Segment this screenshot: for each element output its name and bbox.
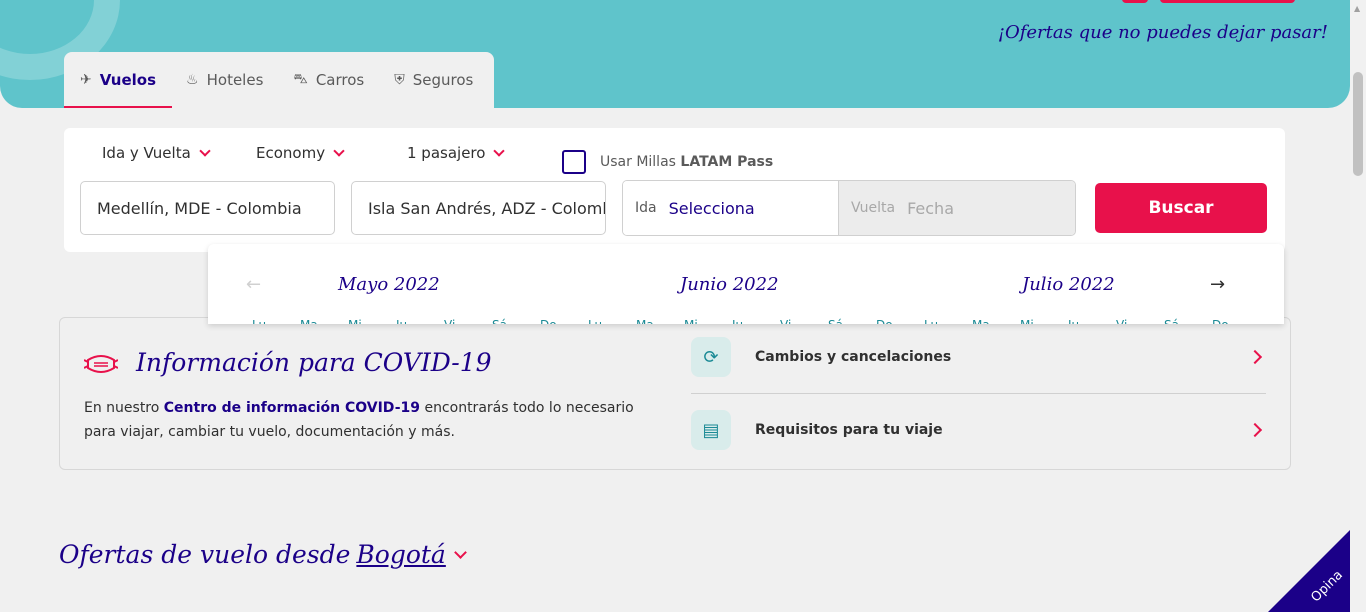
plane-icon: ✈ xyxy=(80,72,92,88)
next-month-arrow-icon[interactable]: → xyxy=(1210,274,1225,295)
origin-input[interactable]: Medellín, MDE - Colombia xyxy=(80,181,335,235)
origin-city-select[interactable]: Bogotá xyxy=(356,540,445,569)
car-icon: ⛍ xyxy=(293,71,308,87)
miles-text: Usar Millas xyxy=(600,154,676,170)
weekday-label: Vi xyxy=(780,318,828,324)
offers-heading: Ofertas de vuelo desde Bogotá xyxy=(59,540,467,569)
cabin-value: Economy xyxy=(256,144,326,162)
chevron-down-icon xyxy=(333,144,345,157)
weekday-label: Mi xyxy=(684,318,732,324)
weekday-label: Vi xyxy=(1116,318,1164,324)
weekday-label: Do xyxy=(540,318,588,324)
weekday-label: Mi xyxy=(348,318,396,324)
covid-title: Información para COVID-19 xyxy=(136,348,492,377)
weekday-label: Sá xyxy=(1164,318,1212,324)
face-mask-icon xyxy=(84,355,118,373)
tab-vuelos[interactable]: ✈ Vuelos xyxy=(63,52,173,108)
hotel-icon: ♨ xyxy=(186,72,199,88)
weekday-label: Vi xyxy=(444,318,492,324)
month-title: Mayo 2022 xyxy=(338,274,440,295)
month-title: Julio 2022 xyxy=(1022,274,1115,295)
tab-seguros[interactable]: ⛨ Seguros xyxy=(394,52,473,108)
miles-checkbox[interactable] xyxy=(562,150,586,174)
changes-label: Cambios y cancelaciones xyxy=(755,349,952,365)
tab-carros[interactable]: ⛍ Carros xyxy=(293,52,364,108)
scroll-up-arrow-icon[interactable]: ▲ xyxy=(1354,4,1360,13)
covid-text-before: En nuestro xyxy=(84,400,164,416)
cabin-select[interactable]: Economy xyxy=(256,144,345,162)
miles-label: Usar Millas LATAM Pass xyxy=(600,154,773,170)
prev-month-arrow-icon[interactable]: ← xyxy=(246,274,261,295)
return-label: Vuelta xyxy=(851,200,896,216)
passengers-value: 1 pasajero xyxy=(407,144,486,162)
depart-value: Selecciona xyxy=(668,198,755,218)
search-button[interactable]: Buscar xyxy=(1095,183,1267,233)
return-date-field[interactable]: Vuelta Fecha xyxy=(838,181,1075,235)
hero-tagline: ¡Ofertas que no puedes dejar pasar! xyxy=(997,22,1328,43)
chevron-down-icon xyxy=(493,144,506,157)
tab-label: Vuelos xyxy=(99,71,157,89)
trip-type-value: Ida y Vuelta xyxy=(102,144,191,162)
weekday-label: Lu xyxy=(924,318,972,324)
depart-date-field[interactable]: Ida Selecciona xyxy=(623,181,838,235)
requirements-label: Requisitos para tu viaje xyxy=(755,422,943,438)
weekday-label: Do xyxy=(876,318,924,324)
tab-label: Hoteles xyxy=(206,71,264,89)
month-title: Junio 2022 xyxy=(680,274,779,295)
divider xyxy=(691,393,1266,394)
changes-cancellations-link[interactable]: ⟳ Cambios y cancelaciones xyxy=(691,337,1266,377)
destination-input[interactable]: Isla San Andrés, ADZ - Colombia xyxy=(351,181,606,235)
date-picker-field: Ida Selecciona Vuelta Fecha xyxy=(622,180,1076,236)
chevron-down-icon[interactable] xyxy=(453,545,467,559)
product-tabs: ✈ Vuelos ♨ Hoteles ⛍ Carros ⛨ Seguros xyxy=(63,52,494,108)
travel-requirements-link[interactable]: ▤ Requisitos para tu viaje xyxy=(691,410,1266,450)
weekday-label: Ma xyxy=(636,318,684,324)
promo-button[interactable] xyxy=(1122,0,1148,3)
offers-prefix: Ofertas de vuelo desde xyxy=(59,540,351,569)
weekday-label: Ju xyxy=(1068,318,1116,324)
covid-description: En nuestro Centro de información COVID-1… xyxy=(84,396,664,444)
weekday-label: Ma xyxy=(300,318,348,324)
passport-icon: ▤ xyxy=(691,410,731,450)
trip-type-select[interactable]: Ida y Vuelta xyxy=(102,144,211,162)
weekday-label: Ju xyxy=(732,318,780,324)
miles-brand: LATAM Pass xyxy=(680,154,774,170)
page-scrollbar[interactable]: ▲ xyxy=(1350,0,1366,612)
covid-info-panel: Información para COVID-19 En nuestro Cen… xyxy=(59,317,1291,470)
covid-center-link[interactable]: Centro de información COVID-19 xyxy=(164,400,420,416)
tab-hoteles[interactable]: ♨ Hoteles xyxy=(186,52,263,108)
shield-icon: ⛨ xyxy=(394,72,405,88)
weekday-label: Do xyxy=(1212,318,1260,324)
weekday-label: Lu xyxy=(588,318,636,324)
miles-option: Usar Millas LATAM Pass xyxy=(562,150,773,174)
weekday-row: LuMaMiJuViSáDoLuMaMiJuViSáDoLuMaMiJuViSá… xyxy=(252,318,1260,324)
tab-label: Seguros xyxy=(412,71,474,89)
weekday-label: Mi xyxy=(1020,318,1068,324)
weekday-label: Sá xyxy=(492,318,540,324)
chevron-right-icon xyxy=(1247,422,1263,438)
passengers-select[interactable]: 1 pasajero xyxy=(407,144,506,162)
flight-search-card: Ida y Vuelta Economy 1 pasajero Usar Mil… xyxy=(64,128,1285,252)
calendar-change-icon: ⟳ xyxy=(691,337,731,377)
depart-label: Ida xyxy=(635,200,657,216)
weekday-label: Ju xyxy=(396,318,444,324)
return-value: Fecha xyxy=(907,198,954,218)
weekday-label: Sá xyxy=(828,318,876,324)
calendar-popup: ← Mayo 2022 Junio 2022 Julio 2022 → LuMa… xyxy=(208,244,1284,324)
weekday-label: Lu xyxy=(252,318,300,324)
promo-button[interactable] xyxy=(1160,0,1295,3)
tab-label: Carros xyxy=(315,71,365,89)
chevron-right-icon xyxy=(1247,349,1263,365)
chevron-down-icon xyxy=(199,144,211,157)
weekday-label: Ma xyxy=(972,318,1020,324)
scroll-thumb[interactable] xyxy=(1353,72,1363,176)
